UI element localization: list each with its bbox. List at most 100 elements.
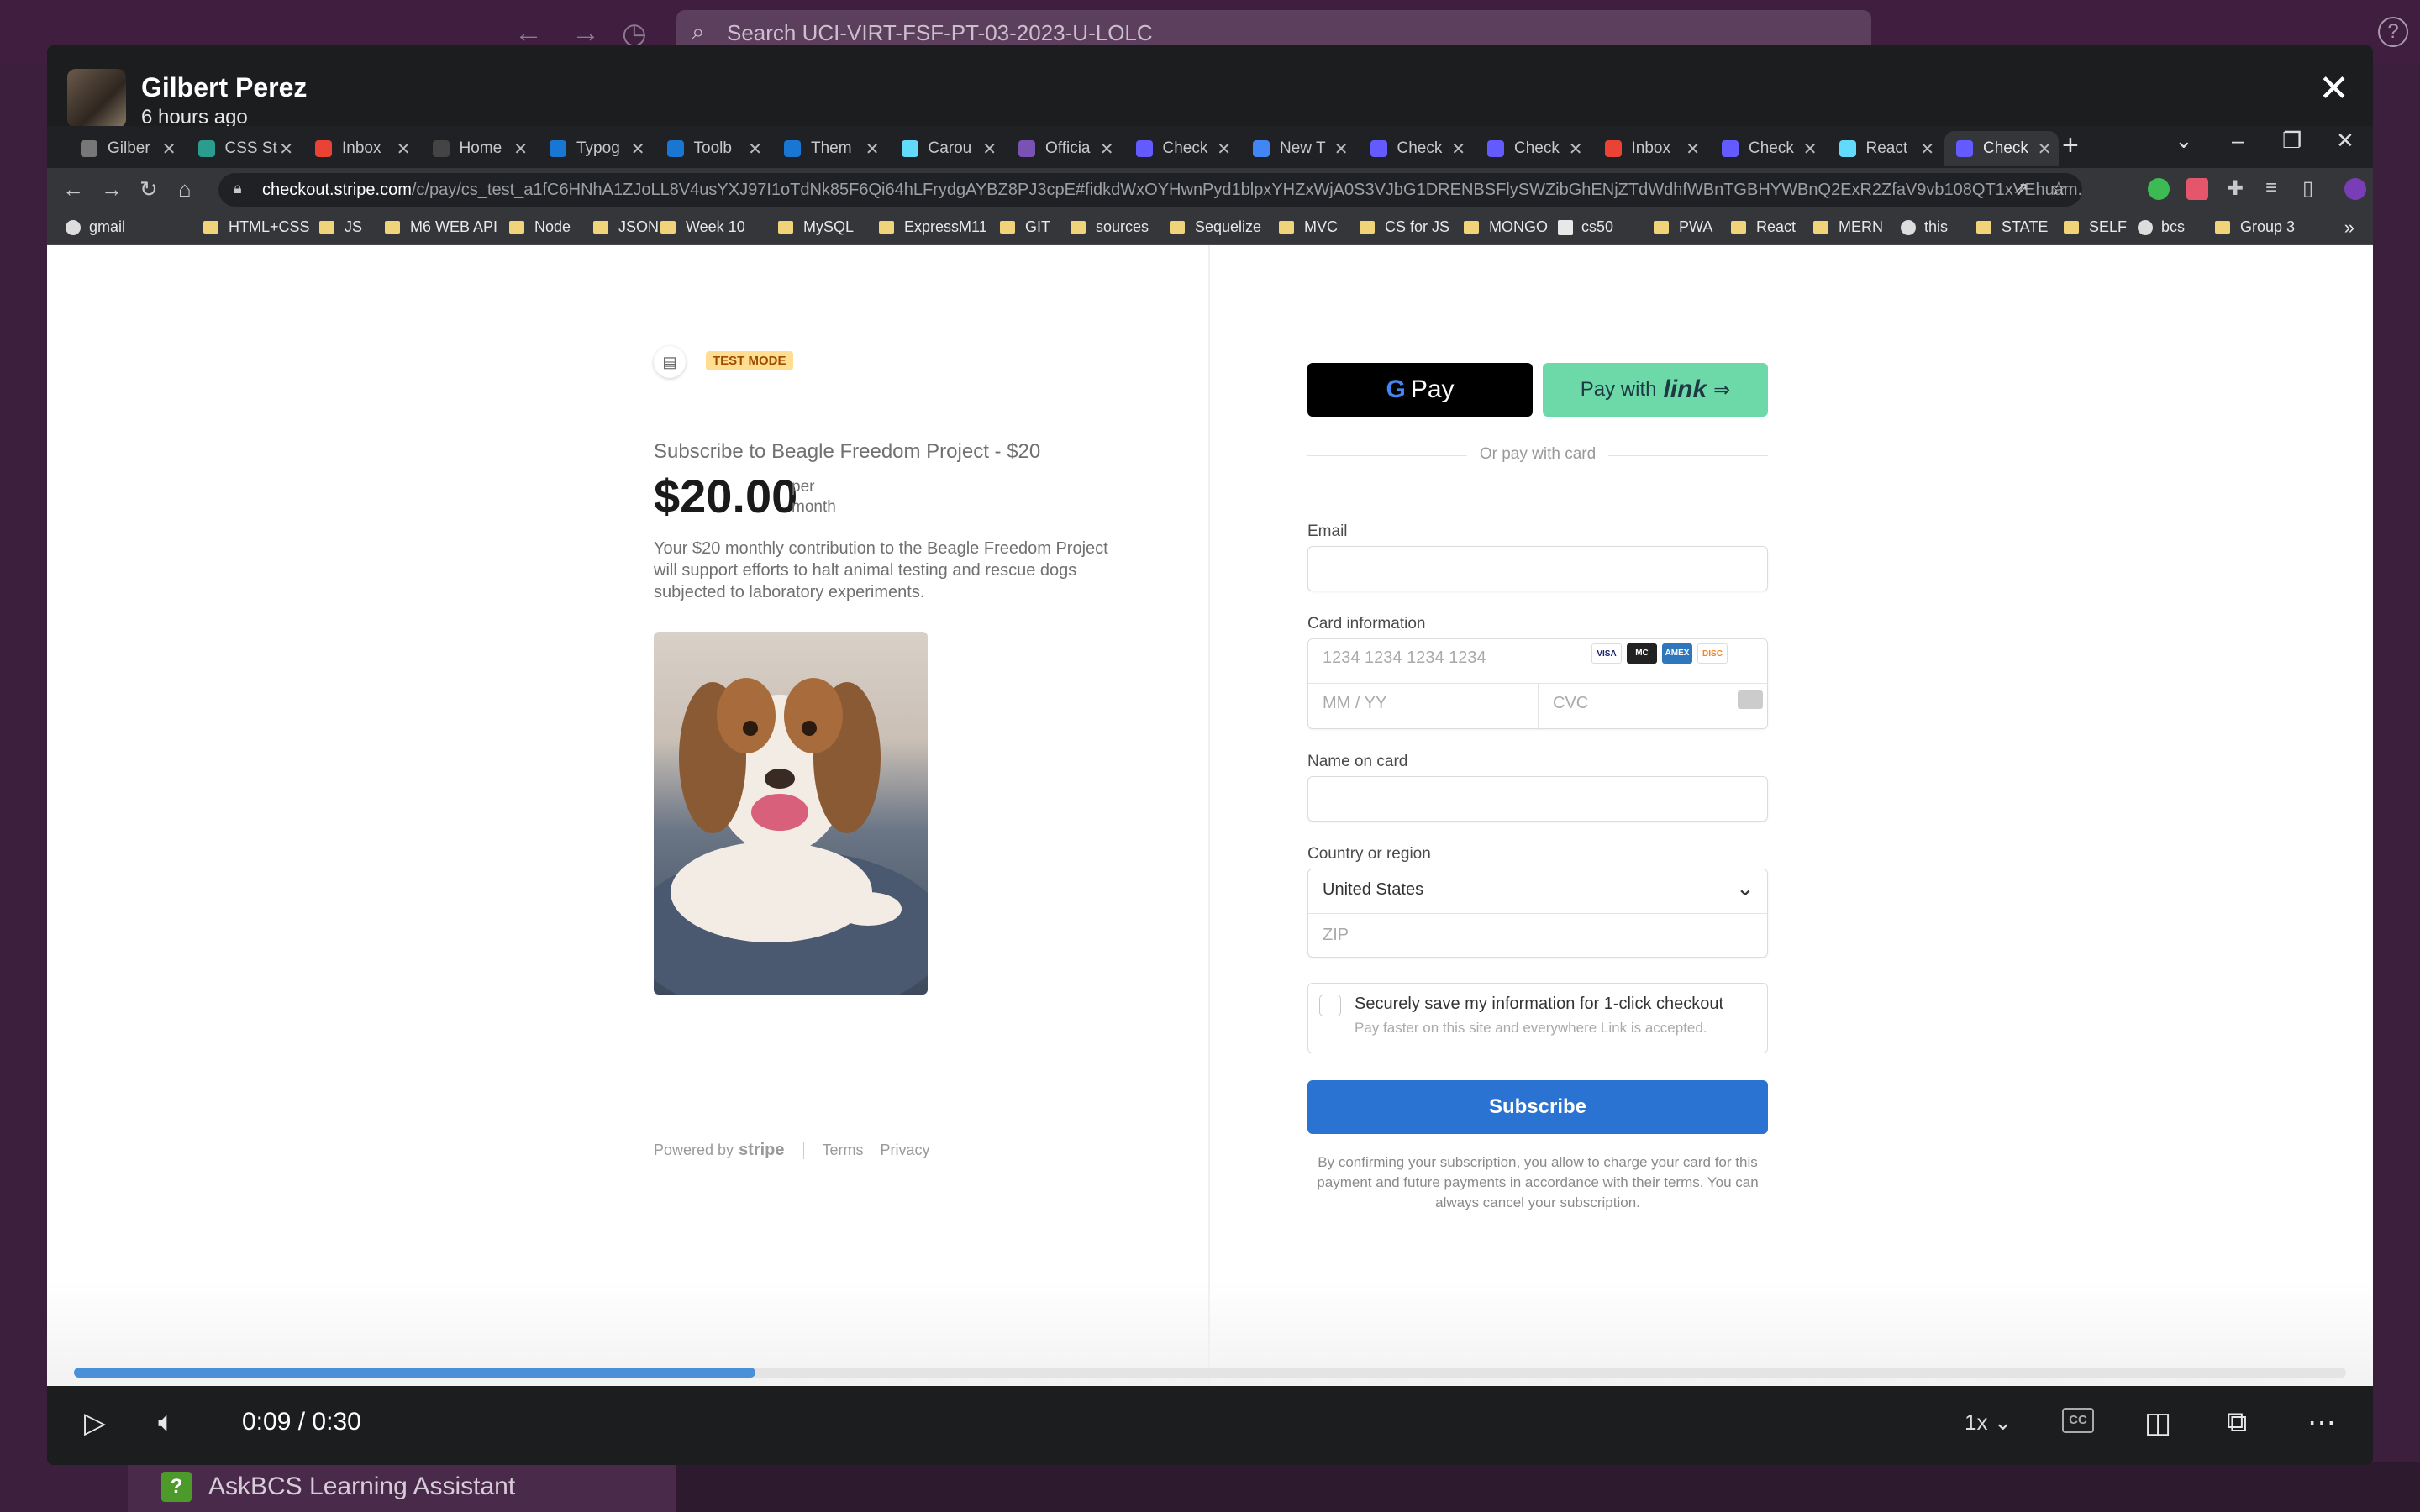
tab-close-icon[interactable]: ✕ <box>279 139 293 160</box>
home-icon[interactable]: ⌂ <box>178 176 192 202</box>
card-number-input[interactable]: 1234 1234 1234 1234 <box>1323 648 1486 668</box>
picture-in-picture-icon[interactable]: ⧉ <box>2227 1406 2247 1439</box>
bookmark-item[interactable]: CS for JS <box>1360 218 1449 236</box>
bookmark-item[interactable]: sources <box>1071 218 1149 236</box>
tab-close-icon[interactable]: ✕ <box>631 139 645 160</box>
subscribe-button[interactable]: Subscribe <box>1307 1080 1768 1134</box>
pay-with-link-button[interactable]: Pay with link ⇒ <box>1543 363 1768 417</box>
bookmark-item[interactable]: GIT <box>1000 218 1050 236</box>
bookmark-item[interactable]: MVC <box>1279 218 1338 236</box>
play-icon[interactable]: ▷ <box>84 1406 106 1440</box>
minimize-icon[interactable]: – <box>2232 128 2244 154</box>
tab-close-icon[interactable]: ✕ <box>2038 139 2052 160</box>
bookmark-item[interactable]: bcs <box>2138 218 2185 236</box>
name-on-card-field[interactable] <box>1307 776 1768 822</box>
back-icon[interactable]: ← <box>62 176 84 202</box>
browser-tab[interactable]: Inbox ✕ <box>1593 131 1707 166</box>
puzzle-icon[interactable]: ✚ <box>2227 176 2244 201</box>
tab-close-icon[interactable]: ✕ <box>162 139 176 160</box>
playback-speed[interactable]: 1x ⌄ <box>1965 1410 2012 1436</box>
browser-tab[interactable]: Them ✕ <box>772 131 886 166</box>
side-panel-icon[interactable]: ◫ <box>2144 1406 2171 1440</box>
new-tab-icon[interactable]: + <box>2062 129 2079 162</box>
volume-icon[interactable]: 🔈︎ <box>158 1406 175 1439</box>
avatar[interactable] <box>67 69 126 128</box>
bookmark-item[interactable]: MERN <box>1813 218 1883 236</box>
author-name[interactable]: Gilbert Perez <box>141 72 307 103</box>
bookmark-item[interactable]: JS <box>319 218 362 236</box>
bookmark-item[interactable]: React <box>1731 218 1796 236</box>
browser-tab[interactable]: Check ✕ <box>1359 131 1473 166</box>
tab-close-icon[interactable]: ✕ <box>1451 139 1465 160</box>
bookmarks-overflow-icon[interactable]: » <box>2344 217 2354 239</box>
stripe-logo[interactable]: stripe <box>739 1141 784 1160</box>
cvc-input[interactable]: CVC <box>1553 694 1588 713</box>
zip-input[interactable]: ZIP <box>1323 926 1349 945</box>
tab-close-icon[interactable]: ✕ <box>1569 139 1583 160</box>
tab-close-icon[interactable]: ✕ <box>397 139 411 160</box>
restore-icon[interactable]: ❐ <box>2282 128 2302 154</box>
browser-tab[interactable]: Typog ✕ <box>538 131 652 166</box>
bookmark-item[interactable]: Group 3 <box>2215 218 2295 236</box>
tab-close-icon[interactable]: ✕ <box>1686 139 1700 160</box>
bookmark-item[interactable]: Week 10 <box>660 218 745 236</box>
bookmark-item[interactable]: this <box>1901 218 1948 236</box>
profile-icon[interactable] <box>2344 178 2366 200</box>
browser-tab[interactable]: Inbox ✕ <box>303 131 418 166</box>
bookmark-item[interactable]: MySQL <box>778 218 854 236</box>
chevron-down-icon[interactable]: ⌄ <box>1736 875 1754 901</box>
slack-sidebar-item[interactable]: ? AskBCS Learning Assistant <box>128 1462 676 1512</box>
tab-close-icon[interactable]: ✕ <box>513 139 528 160</box>
browser-tab[interactable]: Check ✕ <box>1476 131 1590 166</box>
tab-close-icon[interactable]: ✕ <box>1100 139 1114 160</box>
tab-close-icon[interactable]: ✕ <box>1334 139 1349 160</box>
tab-close-icon[interactable]: ✕ <box>865 139 880 160</box>
browser-tab[interactable]: CSS St ✕ <box>187 131 301 166</box>
video-progress-bar[interactable] <box>74 1368 2346 1378</box>
browser-tab[interactable]: Home ✕ <box>421 131 535 166</box>
reload-icon[interactable]: ↻ <box>139 176 158 202</box>
grammarly-icon[interactable] <box>2148 178 2170 200</box>
forward-icon[interactable]: → <box>101 176 123 202</box>
bookmark-item[interactable]: Sequelize <box>1170 218 1261 236</box>
country-select[interactable]: United States <box>1323 880 1423 900</box>
browser-tab[interactable]: Check ✕ <box>1710 131 1824 166</box>
privacy-link[interactable]: Privacy <box>881 1142 930 1159</box>
browser-tab[interactable]: Check ✕ <box>1944 131 2059 166</box>
email-field[interactable] <box>1307 546 1768 591</box>
browser-tab[interactable]: React ✕ <box>1828 131 1942 166</box>
bookmark-item[interactable]: ExpressM11 <box>879 218 987 236</box>
browser-tab[interactable]: Officia ✕ <box>1007 131 1121 166</box>
browser-tab[interactable]: Gilber ✕ <box>69 131 183 166</box>
help-icon[interactable]: ? <box>2378 17 2408 47</box>
tab-close-icon[interactable]: ✕ <box>748 139 762 160</box>
share-icon[interactable]: ⇗ <box>2013 178 2028 200</box>
tab-search-icon[interactable]: ⌄ <box>2175 128 2193 154</box>
bookmark-item[interactable]: gmail <box>66 218 125 236</box>
bookmark-item[interactable]: M6 WEB API <box>385 218 497 236</box>
google-pay-button[interactable]: G Pay <box>1307 363 1533 417</box>
address-bar[interactable]: 🔒︎ checkout.stripe.com/c/pay/cs_test_a1f… <box>218 173 2082 207</box>
bookmark-item[interactable]: MONGO <box>1464 218 1548 236</box>
close-icon[interactable]: ✕ <box>2318 71 2349 108</box>
bookmark-item[interactable]: PWA <box>1654 218 1712 236</box>
tab-close-icon[interactable]: ✕ <box>1217 139 1231 160</box>
bookmark-item[interactable]: HTML+CSS <box>203 218 310 236</box>
tab-close-icon[interactable]: ✕ <box>1803 139 1818 160</box>
save-info-checkbox[interactable] <box>1319 995 1341 1016</box>
media-icon[interactable]: ≡ <box>2265 176 2277 200</box>
bookmark-item[interactable]: cs50 <box>1558 218 1613 236</box>
bookmark-item[interactable]: Node <box>509 218 571 236</box>
terms-link[interactable]: Terms <box>823 1142 864 1159</box>
bookmark-item[interactable]: STATE <box>1976 218 2048 236</box>
window-close-icon[interactable]: ✕ <box>2336 128 2354 154</box>
browser-tab[interactable]: Carou ✕ <box>890 131 1004 166</box>
browser-tab[interactable]: Toolb ✕ <box>655 131 770 166</box>
browser-tab[interactable]: Check ✕ <box>1124 131 1239 166</box>
bookmark-item[interactable]: SELF <box>2064 218 2127 236</box>
tab-close-icon[interactable]: ✕ <box>982 139 997 160</box>
expiry-input[interactable]: MM / YY <box>1323 694 1386 713</box>
extension-icon[interactable] <box>2186 178 2208 200</box>
more-icon[interactable]: ⋯ <box>2307 1406 2336 1440</box>
bookmark-item[interactable]: JSON <box>593 218 659 236</box>
